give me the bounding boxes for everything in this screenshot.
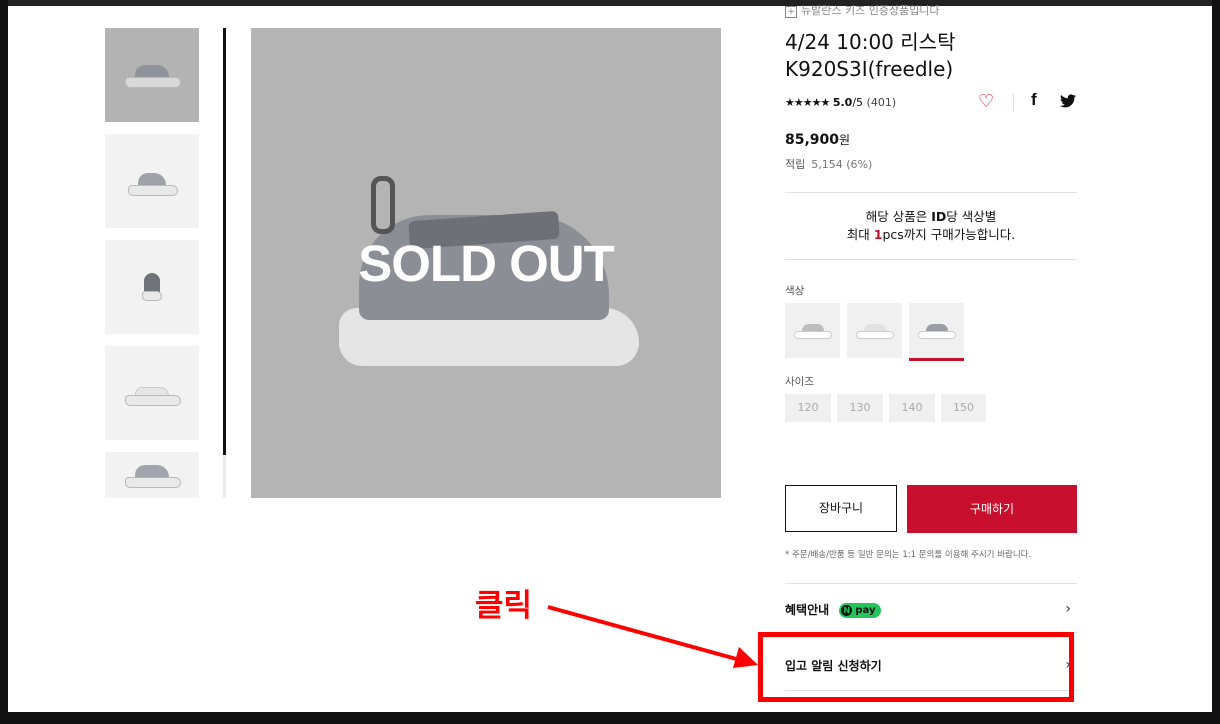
annotation-arrow	[547, 605, 758, 668]
